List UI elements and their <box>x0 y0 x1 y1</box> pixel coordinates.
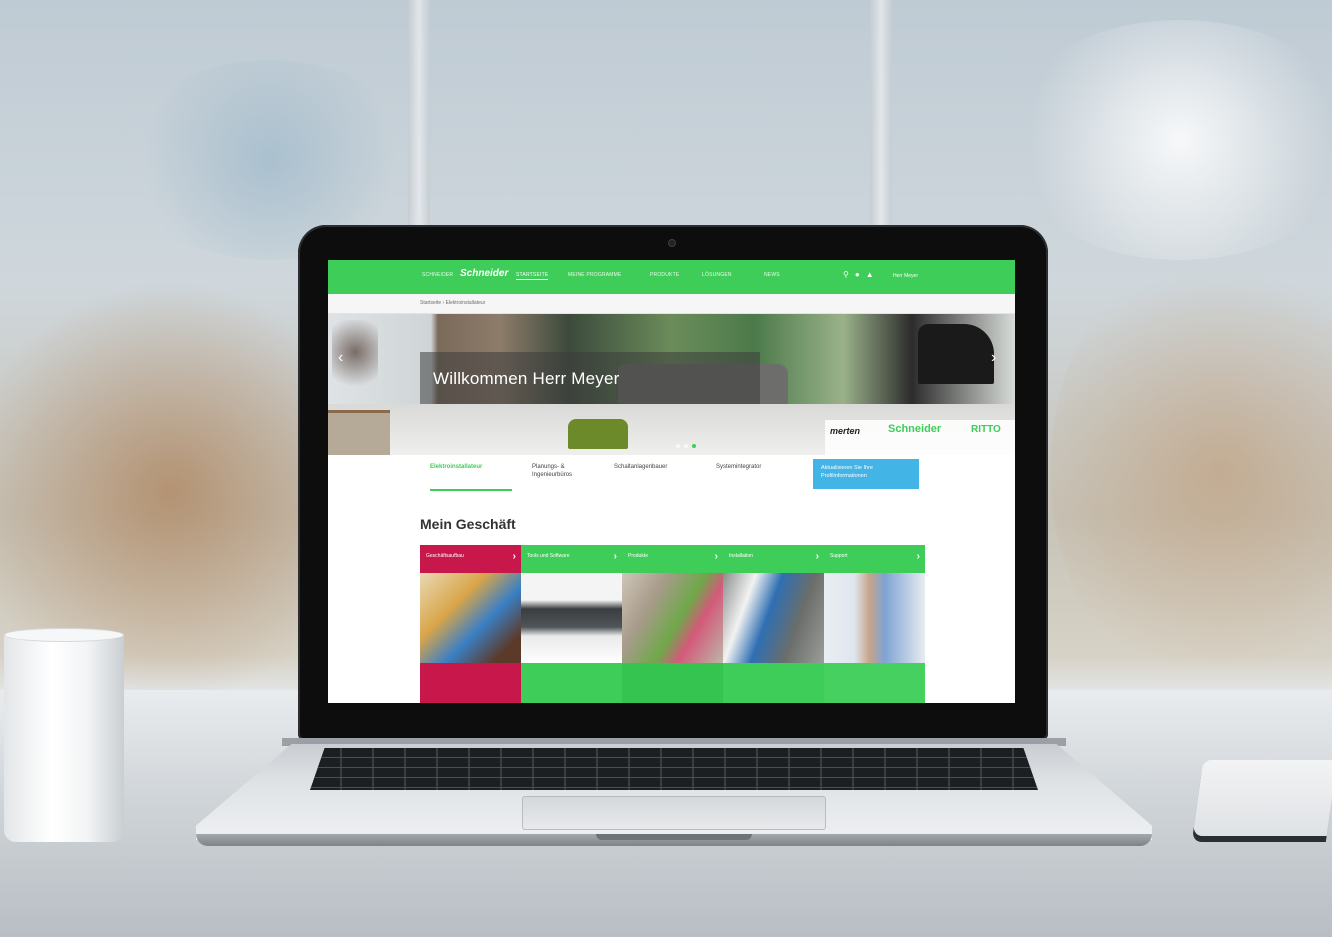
nav-item-schneider[interactable]: SCHNEIDER <box>422 272 453 278</box>
merten-logo: merten <box>830 426 861 436</box>
nav-item-programme[interactable]: MEINE PROGRAMME <box>568 272 622 278</box>
card-label: Support <box>830 553 848 559</box>
lid-notch <box>596 834 752 840</box>
card-image <box>420 573 521 663</box>
user-icon[interactable]: ▲ <box>866 270 874 279</box>
background-blur <box>1050 240 1332 700</box>
card-support[interactable]: Support › <box>824 545 925 703</box>
card-footer <box>622 663 723 703</box>
card-header[interactable]: Support › <box>824 545 925 573</box>
card-label: Installation <box>729 553 753 559</box>
card-image <box>622 573 723 663</box>
card-footer <box>420 663 521 703</box>
schneider-logo[interactable]: Schneider <box>460 268 508 279</box>
card-image <box>723 573 824 663</box>
business-cards: Geschäftsaufbau › Tools und Software › P… <box>420 545 925 703</box>
card-header[interactable]: Produkte › <box>622 545 723 573</box>
laptop-base <box>196 738 1152 848</box>
tab-systemintegrator[interactable]: Systemintegrator <box>716 463 796 471</box>
nav-item-startseite[interactable]: STARTSEITE <box>516 272 549 280</box>
trackpad <box>522 796 826 830</box>
card-footer <box>723 663 824 703</box>
chevron-right-icon: › <box>714 551 718 562</box>
breadcrumb-text[interactable]: Startseite › Elektroinstallateur <box>420 300 485 306</box>
card-installation[interactable]: Installation › <box>723 545 824 703</box>
carousel-dot[interactable] <box>684 444 688 448</box>
ritto-logo: RITTO <box>971 424 1001 435</box>
carousel-dots <box>676 444 696 448</box>
chevron-right-icon: › <box>613 551 617 562</box>
search-icon[interactable]: ⚲ <box>843 270 849 279</box>
chevron-right-icon: › <box>916 551 920 562</box>
bell-icon[interactable]: ● <box>855 270 860 279</box>
hero-piano <box>918 324 994 384</box>
notebook <box>1192 760 1332 836</box>
card-label: Geschäftsaufbau <box>426 553 464 559</box>
card-footer <box>521 663 622 703</box>
nav-item-produkte[interactable]: PRODUKTE <box>650 272 679 278</box>
card-label: Produkte <box>628 553 649 559</box>
nav-item-news[interactable]: NEWS <box>764 272 780 278</box>
top-navigation: SCHNEIDER Schneider STARTSEITE MEINE PRO… <box>328 260 1015 294</box>
card-tools-software[interactable]: Tools und Software › <box>521 545 622 703</box>
chevron-right-icon[interactable]: › <box>991 349 996 367</box>
chevron-left-icon[interactable]: ‹ <box>338 349 343 367</box>
card-image <box>521 573 622 663</box>
card-header[interactable]: Installation › <box>723 545 824 573</box>
breadcrumb: Startseite › Elektroinstallateur <box>328 294 1015 314</box>
section-title: Mein Geschäft <box>420 516 516 532</box>
carousel-dot[interactable] <box>692 444 696 448</box>
card-image <box>824 573 925 663</box>
card-geschaeftsaufbau[interactable]: Geschäftsaufbau › <box>420 545 521 703</box>
carousel-dot[interactable] <box>676 444 680 448</box>
background-blur <box>1000 20 1332 260</box>
tab-elektroinstallateur[interactable]: Elektroinstallateur <box>430 463 510 471</box>
webcam <box>668 239 676 247</box>
user-name[interactable]: Herr Meyer <box>893 273 918 279</box>
update-profile-button[interactable]: Aktualisieren Sie Ihre Profilinformation… <box>813 459 919 489</box>
window-frame <box>870 0 892 230</box>
chevron-right-icon: › <box>512 551 516 562</box>
card-label: Tools und Software <box>527 553 570 559</box>
window-frame <box>408 0 430 230</box>
active-tab-indicator <box>430 489 512 491</box>
nav-icon-group: ⚲ ● ▲ <box>843 270 874 279</box>
coffee-mug <box>4 632 124 842</box>
laptop-screen: SCHNEIDER Schneider STARTSEITE MEINE PRO… <box>328 260 1015 703</box>
coffee-mug-rim <box>4 628 124 642</box>
card-produkte[interactable]: Produkte › <box>622 545 723 703</box>
card-footer <box>824 663 925 703</box>
schneider-brand-logo: Schneider <box>888 423 942 435</box>
tab-planungsbueros[interactable]: Planungs- & Ingenieurbüros <box>532 463 602 479</box>
card-header[interactable]: Tools und Software › <box>521 545 622 573</box>
card-header[interactable]: Geschäftsaufbau › <box>420 545 521 573</box>
hero-chair <box>568 419 628 449</box>
hero-title: Willkommen Herr Meyer <box>433 369 620 388</box>
nav-item-loesungen[interactable]: LÖSUNGEN <box>702 272 732 278</box>
tab-schaltanlagenbauer[interactable]: Schaltanlagenbauer <box>614 463 694 471</box>
keyboard <box>310 748 1038 790</box>
hero-shelf <box>328 410 390 455</box>
chevron-right-icon: › <box>815 551 819 562</box>
hero-banner: Willkommen Herr Meyer ‹ › merten Schneid… <box>328 314 1015 455</box>
